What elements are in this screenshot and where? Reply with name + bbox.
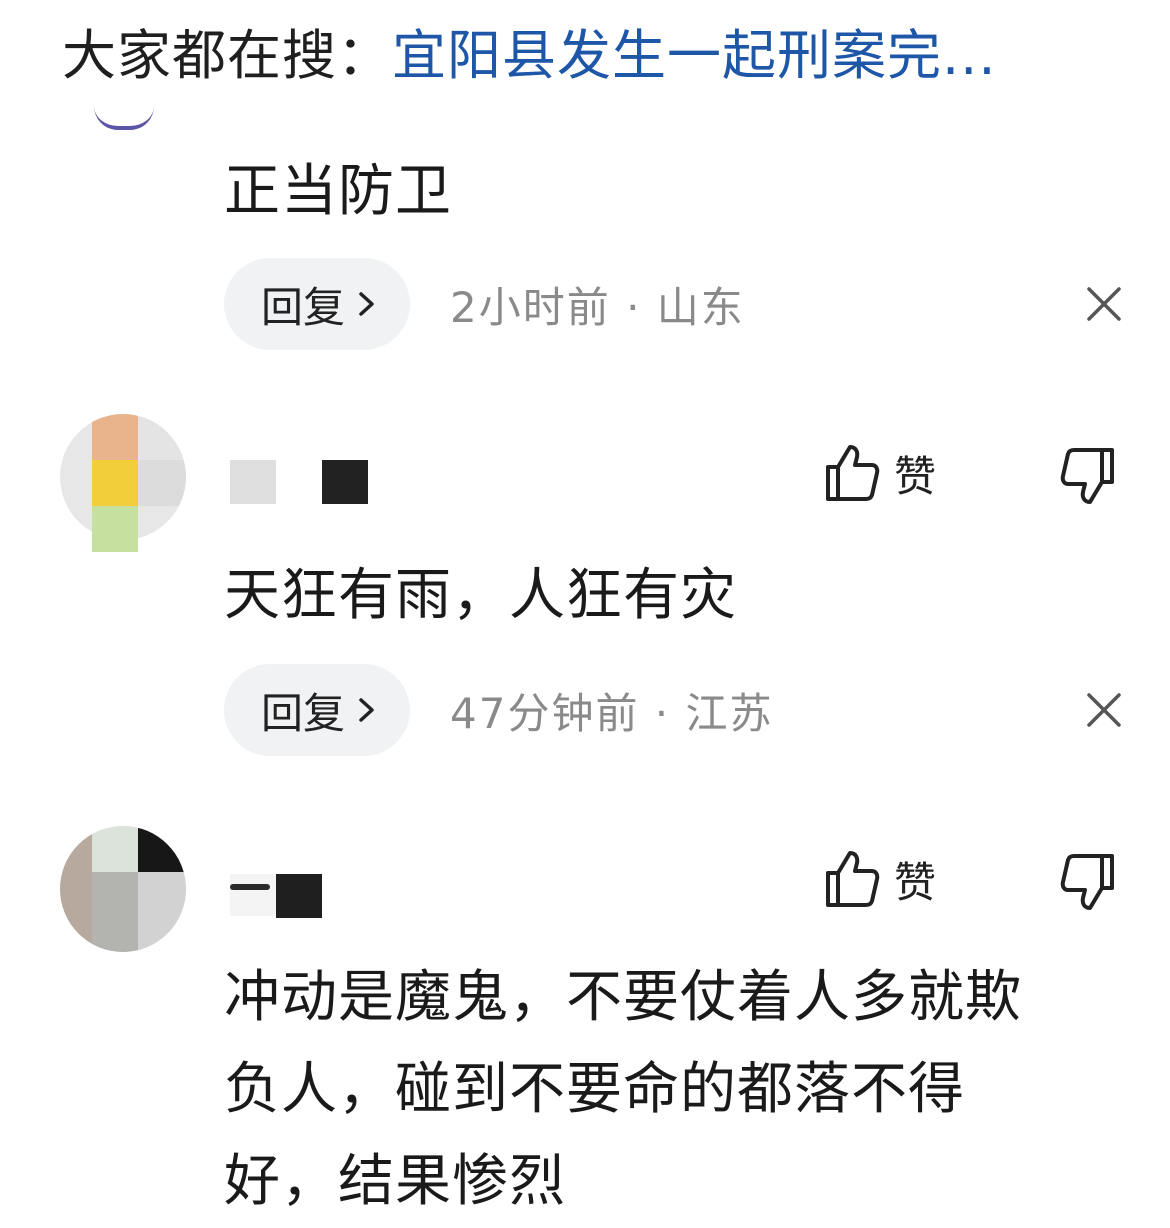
like-button[interactable]: 赞 bbox=[824, 844, 936, 914]
comment-text-line: 好，结果惨烈 bbox=[224, 1149, 566, 1214]
reply-button[interactable]: 回复 bbox=[224, 258, 410, 350]
username-redacted[interactable] bbox=[230, 460, 276, 504]
username-redacted[interactable] bbox=[276, 874, 322, 918]
like-label: 赞 bbox=[894, 857, 937, 907]
close-icon[interactable] bbox=[1084, 690, 1124, 730]
chevron-right-icon bbox=[359, 292, 374, 316]
comment-text: 天狂有雨，人狂有灾 bbox=[224, 563, 737, 628]
comment-text-line: 冲动是魔鬼，不要仗着人多就欺 bbox=[224, 965, 1022, 1030]
like-label: 赞 bbox=[894, 451, 937, 501]
comment-text: 冲动是魔鬼，不要仗着人多就欺 负人，碰到不要命的都落不得 好，结果惨烈 bbox=[224, 952, 1154, 1228]
hot-search-bar[interactable]: 大家都在搜：宜阳县发生一起刑案完... bbox=[62, 18, 997, 94]
thumbs-up-icon bbox=[826, 445, 880, 501]
comment-meta-row: 回复 47分钟前 · 江苏 bbox=[224, 664, 1124, 756]
comment-text-line: 负人，碰到不要命的都落不得 bbox=[224, 1057, 965, 1122]
hot-search-link[interactable]: 宜阳县发生一起刑案完... bbox=[392, 24, 997, 87]
close-icon[interactable] bbox=[1084, 284, 1124, 324]
reply-button[interactable]: 回复 bbox=[224, 664, 410, 756]
username-redacted[interactable] bbox=[230, 874, 276, 916]
avatar[interactable] bbox=[94, 106, 154, 130]
thumbs-up-icon bbox=[826, 851, 880, 907]
thumbs-down-icon[interactable] bbox=[1056, 850, 1116, 914]
chevron-right-icon bbox=[359, 698, 374, 722]
hot-search-label: 大家都在搜： bbox=[62, 24, 392, 87]
comment-text: 正当防卫 bbox=[224, 159, 452, 224]
comment-time-location: 47分钟前 · 江苏 bbox=[450, 688, 774, 738]
avatar-pixel-overflow bbox=[92, 506, 138, 552]
comment-meta-row: 回复 2小时前 · 山东 bbox=[224, 258, 1124, 350]
like-button[interactable]: 赞 bbox=[824, 438, 936, 508]
reply-button-label: 回复 bbox=[260, 282, 345, 332]
username-redacted bbox=[230, 884, 270, 890]
username-redacted[interactable] bbox=[322, 460, 368, 504]
thumbs-down-icon[interactable] bbox=[1056, 444, 1116, 508]
comment-time-location: 2小时前 · 山东 bbox=[450, 282, 745, 332]
avatar[interactable] bbox=[60, 826, 186, 952]
reply-button-label: 回复 bbox=[260, 688, 345, 738]
